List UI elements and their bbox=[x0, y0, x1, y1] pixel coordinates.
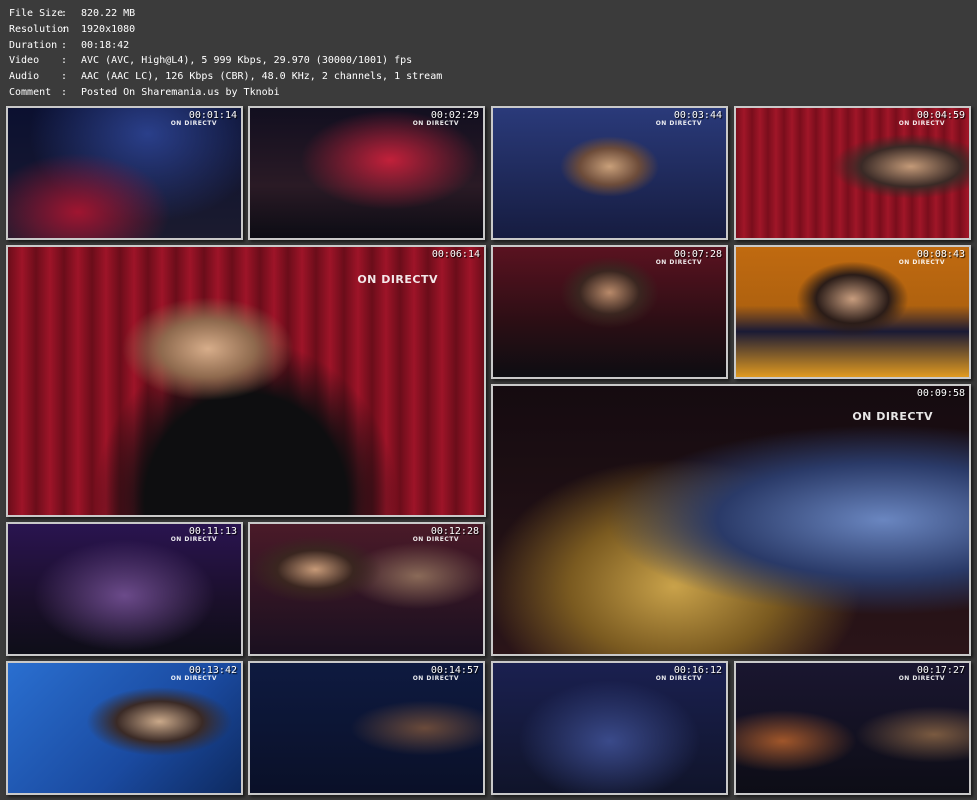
singer-with-audience bbox=[493, 247, 726, 377]
info-label: Resolution bbox=[9, 23, 70, 35]
guitarists-on-stage bbox=[736, 663, 969, 793]
watermark-logo: ON DIRECTV bbox=[412, 120, 459, 127]
info-row-video: Video: AVC (AVC, High@L4), 5 999 Kbps, 29… bbox=[9, 53, 442, 69]
watermark-logo: ON DIRECTV bbox=[412, 675, 459, 682]
video-thumbnail[interactable]: ON DIRECTV 00:13:42 bbox=[6, 661, 243, 795]
info-label: Audio bbox=[9, 71, 40, 83]
watermark-logo: ON DIRECTV bbox=[655, 120, 702, 127]
concert-stage-wide bbox=[250, 108, 483, 238]
info-value: Posted On Sharemania.us by Tknobi bbox=[81, 86, 280, 98]
watermark-logo: ON DIRECTV bbox=[852, 410, 933, 423]
watermark-logo: ON DIRECTV bbox=[898, 259, 945, 266]
info-row-file-size: File Size:820.22 MB bbox=[9, 6, 442, 22]
video-thumbnail[interactable]: ON DIRECTV 00:04:59 bbox=[734, 106, 971, 240]
video-thumbnail[interactable]: ON DIRECTV 00:14:57 bbox=[248, 661, 485, 795]
info-value: 1920x1080 bbox=[81, 23, 136, 35]
two-singers bbox=[250, 524, 483, 654]
video-thumbnail[interactable]: ON DIRECTV 00:03:44 bbox=[491, 106, 728, 240]
thumbnail-timestamp: 00:03:44 bbox=[673, 110, 722, 121]
singer-blue-light bbox=[8, 663, 241, 793]
info-label: Video bbox=[9, 55, 40, 67]
watermark-logo: ON DIRECTV bbox=[655, 675, 702, 682]
watermark-logo: ON DIRECTV bbox=[170, 675, 217, 682]
concert-stage-wide bbox=[8, 108, 241, 238]
video-thumbnail[interactable]: ON DIRECTV 00:11:13 bbox=[6, 522, 243, 656]
thumbnail-timestamp: 00:17:27 bbox=[916, 665, 965, 676]
watermark-logo: ON DIRECTV bbox=[170, 120, 217, 127]
thumbnail-timestamp: 00:02:29 bbox=[430, 110, 479, 121]
video-thumbnail[interactable]: ON DIRECTV 00:02:29 bbox=[248, 106, 485, 240]
thumbnail-timestamp: 00:11:13 bbox=[188, 526, 237, 537]
thumbnail-timestamp: 00:12:28 bbox=[430, 526, 479, 537]
thumbnail-timestamp: 00:07:28 bbox=[673, 249, 722, 260]
singer-closeup bbox=[493, 108, 726, 238]
info-row-duration: Duration:00:18:42 bbox=[9, 38, 442, 54]
info-row-audio: Audio: AAC (AAC LC), 126 Kbps (CBR), 48.0… bbox=[9, 69, 442, 85]
watermark-logo: ON DIRECTV bbox=[655, 259, 702, 266]
guitar-closeup bbox=[493, 386, 969, 654]
video-thumbnail[interactable]: ON DIRECTV 00:01:14 bbox=[6, 106, 243, 240]
thumbnail-timestamp: 00:13:42 bbox=[188, 665, 237, 676]
video-thumbnail[interactable]: ON DIRECTV 00:17:27 bbox=[734, 661, 971, 795]
video-thumbnail[interactable]: ON DIRECTV 00:12:28 bbox=[248, 522, 485, 656]
watermark-logo: ON DIRECTV bbox=[357, 273, 438, 286]
info-row-comment: Comment: Posted On Sharemania.us by Tknob… bbox=[9, 85, 442, 101]
video-thumbnail[interactable]: ON DIRECTV 00:07:28 bbox=[491, 245, 728, 379]
video-thumbnail-large[interactable]: ON DIRECTV 00:09:58 bbox=[491, 384, 971, 656]
info-value: 00:18:42 bbox=[81, 39, 130, 51]
video-thumbnail-large[interactable]: ON DIRECTV 00:06:14 bbox=[6, 245, 486, 517]
file-info-panel: File Size:820.22 MB Resolution:1920x1080… bbox=[9, 6, 442, 101]
thumbnail-timestamp: 00:08:43 bbox=[916, 249, 965, 260]
watermark-logo: ON DIRECTV bbox=[412, 536, 459, 543]
watermark-logo: ON DIRECTV bbox=[898, 675, 945, 682]
info-row-resolution: Resolution:1920x1080 bbox=[9, 22, 442, 38]
singer-red-curtain bbox=[8, 247, 484, 515]
thumbnail-timestamp: 00:06:14 bbox=[431, 249, 480, 260]
performer-profile bbox=[250, 663, 483, 793]
watermark-logo: ON DIRECTV bbox=[898, 120, 945, 127]
singer-orange-stage bbox=[736, 247, 969, 377]
thumbnail-timestamp: 00:09:58 bbox=[916, 388, 965, 399]
video-thumbnail[interactable]: ON DIRECTV 00:08:43 bbox=[734, 245, 971, 379]
watermark-logo: ON DIRECTV bbox=[170, 536, 217, 543]
thumbnail-timestamp: 00:04:59 bbox=[916, 110, 965, 121]
info-label: Duration bbox=[9, 39, 58, 51]
thumbnail-timestamp: 00:01:14 bbox=[188, 110, 237, 121]
info-label: File Size bbox=[9, 8, 64, 19]
info-label: Comment bbox=[9, 86, 52, 98]
singer-red-curtain bbox=[736, 108, 969, 238]
info-value: 820.22 MB bbox=[81, 8, 136, 19]
video-thumbnail[interactable]: ON DIRECTV 00:16:12 bbox=[491, 661, 728, 795]
info-value: AAC (AAC LC), 126 Kbps (CBR), 48.0 KHz, … bbox=[81, 71, 443, 83]
thumbnail-timestamp: 00:16:12 bbox=[673, 665, 722, 676]
thumbnail-timestamp: 00:14:57 bbox=[430, 665, 479, 676]
band-on-stage bbox=[8, 524, 241, 654]
band-on-stage bbox=[493, 663, 726, 793]
info-value: AVC (AVC, High@L4), 5 999 Kbps, 29.970 (… bbox=[81, 55, 413, 67]
